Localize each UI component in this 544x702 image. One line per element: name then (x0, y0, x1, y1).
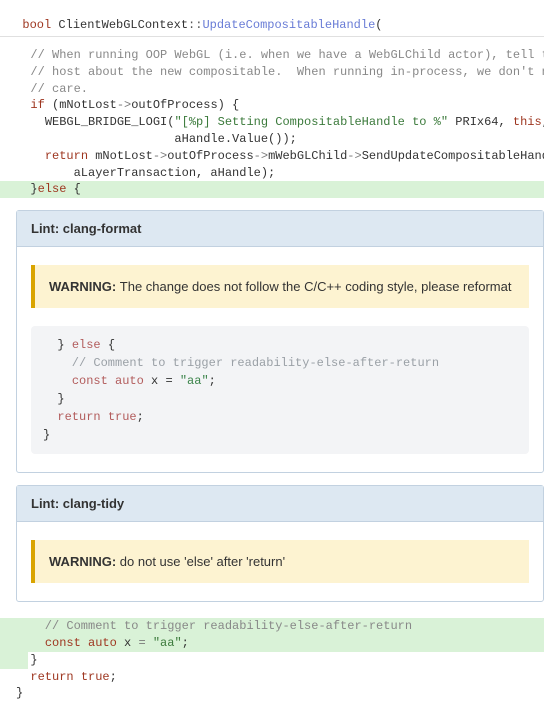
comment-line: // care. (0, 81, 544, 98)
scope-op: :: (188, 18, 202, 32)
lint-panel-clang-tidy[interactable]: Lint: clang-tidy WARNING: do not use 'el… (16, 485, 544, 602)
close-fn-line: } (0, 685, 544, 702)
warning-message: do not use 'else' after 'return' (120, 554, 285, 569)
lint-header[interactable]: Lint: clang-tidy (17, 486, 543, 522)
log-line-1: WEBGL_BRIDGE_LOGI("[%p] Setting Composit… (0, 114, 544, 131)
warning-label: WARNING: (49, 279, 120, 294)
code-block: // When running OOP WebGL (i.e. when we … (0, 37, 544, 198)
comment-line: // host about the new compositable. When… (0, 64, 544, 81)
added-comment-line: // Comment to trigger readability-else-a… (0, 618, 544, 635)
code-snippet: } else { // Comment to trigger readabili… (31, 326, 529, 454)
class-name: ClientWebGLContext (58, 18, 188, 32)
return-true-line: return true; (0, 669, 544, 686)
warning-box: WARNING: do not use 'else' after 'return… (31, 540, 529, 583)
warning-label: WARNING: (49, 554, 120, 569)
warning-box: WARNING: The change does not follow the … (31, 265, 529, 308)
return-type: bool (22, 18, 58, 32)
return-line-1: return mNotLost->outOfProcess->mWebGLChi… (0, 148, 544, 165)
function-name: UpdateCompositableHandle (202, 18, 375, 32)
comment-line: // When running OOP WebGL (i.e. when we … (0, 47, 544, 64)
log-line-2: aHandle.Value()); (0, 131, 544, 148)
lint-header[interactable]: Lint: clang-format (17, 211, 543, 247)
lint-body: WARNING: do not use 'else' after 'return… (17, 522, 543, 601)
added-const-line: const auto x = "aa"; (0, 635, 544, 652)
open-paren: ( (375, 18, 382, 32)
warning-message: The change does not follow the C/C++ cod… (120, 279, 512, 294)
code-block-tail: // Comment to trigger readability-else-a… (0, 614, 544, 702)
lint-panel-clang-format[interactable]: Lint: clang-format WARNING: The change d… (16, 210, 544, 473)
close-else-line: } (0, 652, 544, 669)
if-line: if (mNotLost->outOfProcess) { (0, 97, 544, 114)
signature-line: bool ClientWebGLContext::UpdateComposita… (0, 0, 544, 37)
else-open-line: }else { (0, 181, 544, 198)
lint-body: WARNING: The change does not follow the … (17, 247, 543, 472)
return-line-2: aLayerTransaction, aHandle); (0, 165, 544, 182)
